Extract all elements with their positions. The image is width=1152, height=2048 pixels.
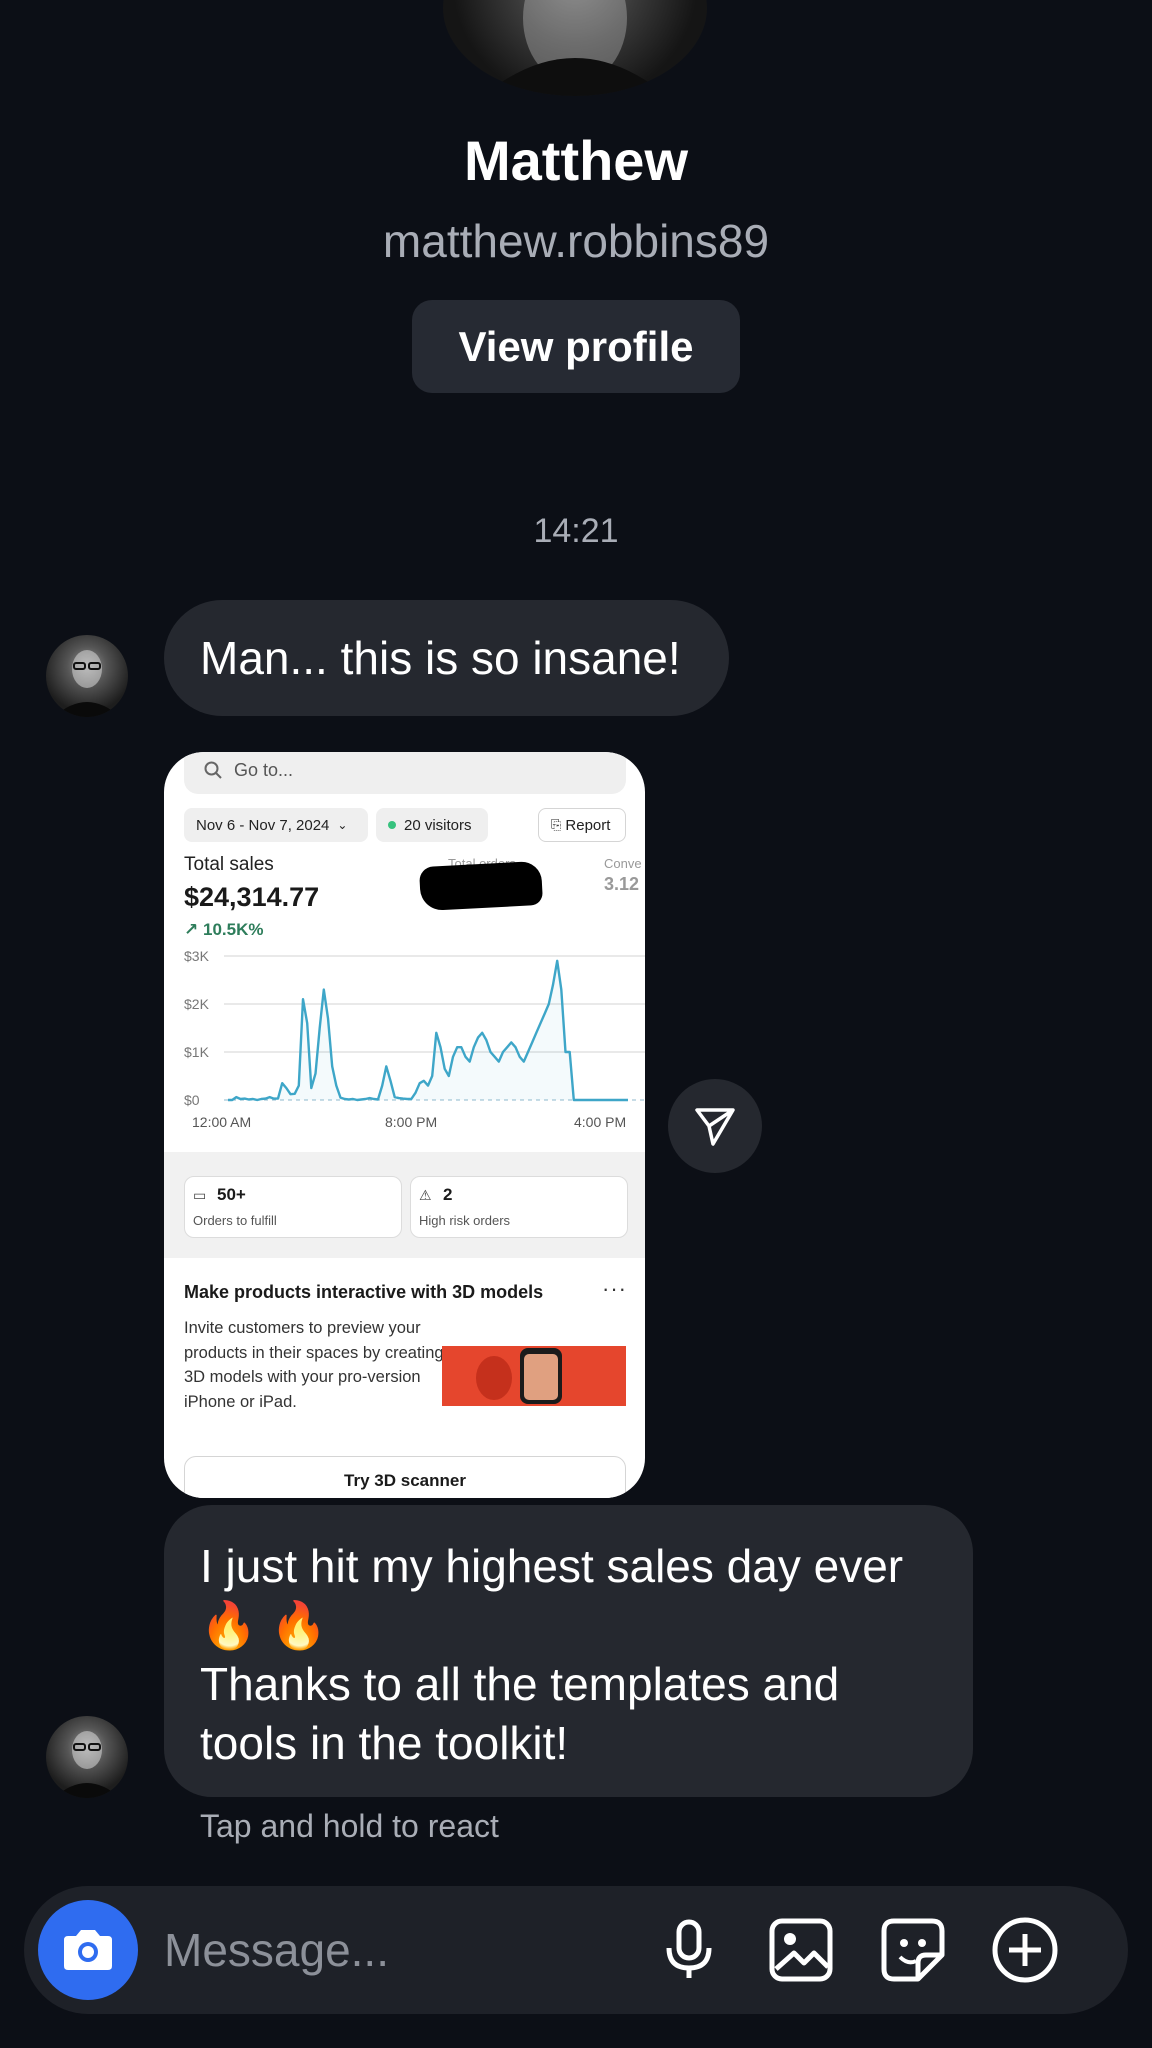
sticker-icon [881,1918,945,1982]
high-risk-orders-card: ⚠ 2 High risk orders [410,1176,628,1238]
chevron-down-icon: ⌄ [337,818,348,832]
profile-name: Matthew [464,129,688,192]
microphone-icon [666,1919,712,1978]
stat-value: 50+ [217,1185,246,1204]
y-tick-label: $1K [184,1044,209,1060]
date-range-text: Nov 6 - Nov 7, 2024 [196,816,330,834]
x-tick-label: 4:00 PM [574,1114,627,1130]
y-tick-label: $3K [184,948,209,964]
total-sales-value: $24,314.77 [184,882,320,912]
report-label: Report [565,816,611,834]
redaction-mark [418,860,544,912]
sales-chart [224,955,645,1102]
growth-value: ↗ 10.5K% [184,920,263,940]
y-tick-label: $2K [184,996,209,1012]
x-tick-label: 12:00 AM [192,1114,252,1130]
message-text: Man... this is so insane! [200,631,681,684]
promo-body: Invite customers to preview your product… [184,1319,444,1411]
gallery-icon [769,1918,833,1982]
sender-avatar[interactable] [46,1716,128,1798]
total-sales-label: Total sales [184,854,274,875]
profile-avatar[interactable] [443,0,707,96]
microphone-button[interactable] [654,1915,724,1985]
stat-value: 2 [443,1185,453,1204]
conversion-label: Conve [604,856,642,871]
report-pill: ⎘ Report [538,808,626,842]
share-button[interactable] [668,1079,762,1173]
more-options-icon: ··· [602,1276,627,1301]
promo-image [442,1346,626,1406]
plus-button[interactable] [990,1915,1060,1985]
message-input[interactable] [164,1920,644,1980]
date-range-pill: Nov 6 - Nov 7, 2024 ⌄ [184,808,368,842]
inbox-icon: ▭ [193,1187,207,1203]
report-icon: ⎘ [551,817,562,832]
message-bubble-1[interactable]: Man... this is so insane! [164,600,729,716]
fire-emoji: 🔥 🔥 [200,1599,328,1651]
profile-username: matthew.robbins89 [382,215,770,267]
search-placeholder: Go to... [234,759,294,780]
message-composer [24,1886,1128,2014]
gallery-button[interactable] [766,1915,836,1985]
message-timestamp: 14:21 [533,512,619,550]
stat-label: Orders to fulfill [193,1213,277,1228]
stat-label: High risk orders [419,1213,511,1228]
react-hint: Tap and hold to react [200,1808,499,1844]
arrow-up-right-icon: ↗ [184,920,199,939]
shared-screenshot-card[interactable]: Go to... Nov 6 - Nov 7, 2024 ⌄ 20 visito… [164,752,645,1498]
try-3d-scanner-button: Try 3D scanner [184,1456,626,1498]
promo-title: Make products interactive with 3D models [184,1282,544,1302]
series-area [228,960,628,1100]
screenshot-search-bar: Go to... [184,752,626,794]
x-tick-label: 8:00 PM [385,1114,438,1130]
warning-icon: ⚠ [419,1187,432,1203]
camera-icon [64,1930,112,1970]
message-bubble-2[interactable]: I just hit my highest sales day ever 🔥 🔥… [164,1505,973,1797]
visitors-pill: 20 visitors [376,808,488,842]
y-tick-label: $0 [184,1092,200,1108]
view-profile-button[interactable]: View profile [412,300,740,393]
live-dot-icon [388,821,396,829]
visitors-text: 20 visitors [404,816,472,834]
orders-to-fulfill-card: ▭ 50+ Orders to fulfill [184,1176,402,1238]
search-icon [204,761,222,779]
conversion-value: 3.12 [604,874,640,894]
camera-button[interactable] [38,1900,138,2000]
sticker-button[interactable] [878,1915,948,1985]
sender-avatar[interactable] [46,635,128,717]
message-text: tools in the toolkit! [200,1717,569,1769]
message-text: I just hit my highest sales day ever [200,1540,904,1592]
plus-circle-icon [992,1917,1058,1983]
message-text: Thanks to all the templates and [200,1658,840,1710]
growth-text: 10.5K% [202,920,264,939]
send-icon [695,1108,735,1146]
